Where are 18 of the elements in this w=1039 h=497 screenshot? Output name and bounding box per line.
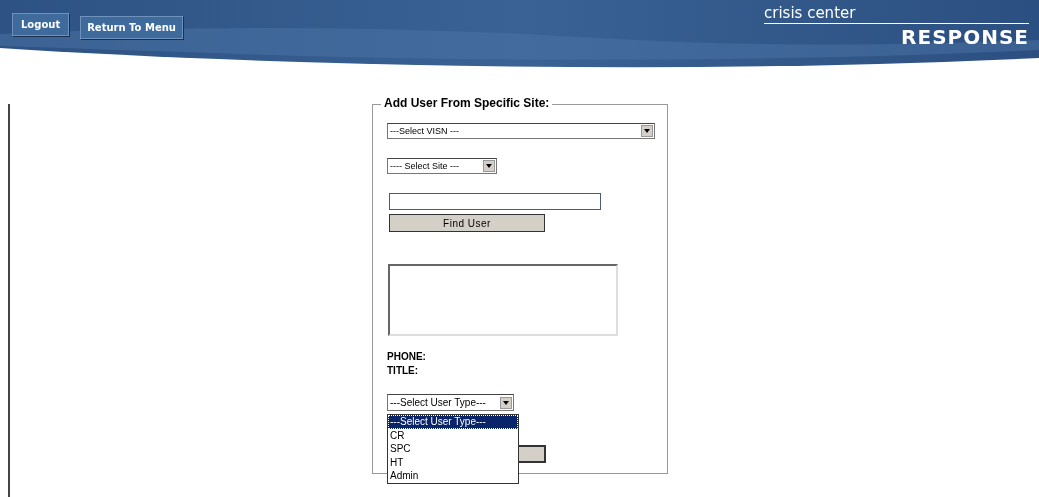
field-label: TITLE: (387, 364, 420, 378)
field-label: PHONE: (387, 350, 427, 364)
site-select[interactable]: ---- Select Site --- (387, 158, 497, 174)
dropdown-option[interactable]: Admin (388, 469, 518, 483)
find-user-button[interactable]: Find User (389, 214, 545, 232)
return-to-menu-button[interactable]: Return To Menu (80, 16, 183, 39)
form-legend: Add User From Specific Site: (381, 96, 553, 110)
user-search-field[interactable] (389, 193, 601, 210)
logo-text: RESPONSE (901, 24, 1029, 50)
dropdown-option[interactable]: ---Select User Type--- (388, 415, 518, 429)
dropdown-option[interactable]: HT (388, 455, 518, 469)
dropdown-option[interactable]: CR (388, 428, 518, 442)
logo-text: crisis center (764, 4, 1029, 24)
dropdown-option[interactable]: SPC (388, 442, 518, 456)
visn-select[interactable]: ---Select VISN --- (387, 123, 655, 139)
user-list-box[interactable] (388, 264, 618, 336)
user-type-select[interactable]: ---Select User Type--- (387, 394, 514, 411)
logout-button[interactable]: Logout (12, 13, 70, 36)
